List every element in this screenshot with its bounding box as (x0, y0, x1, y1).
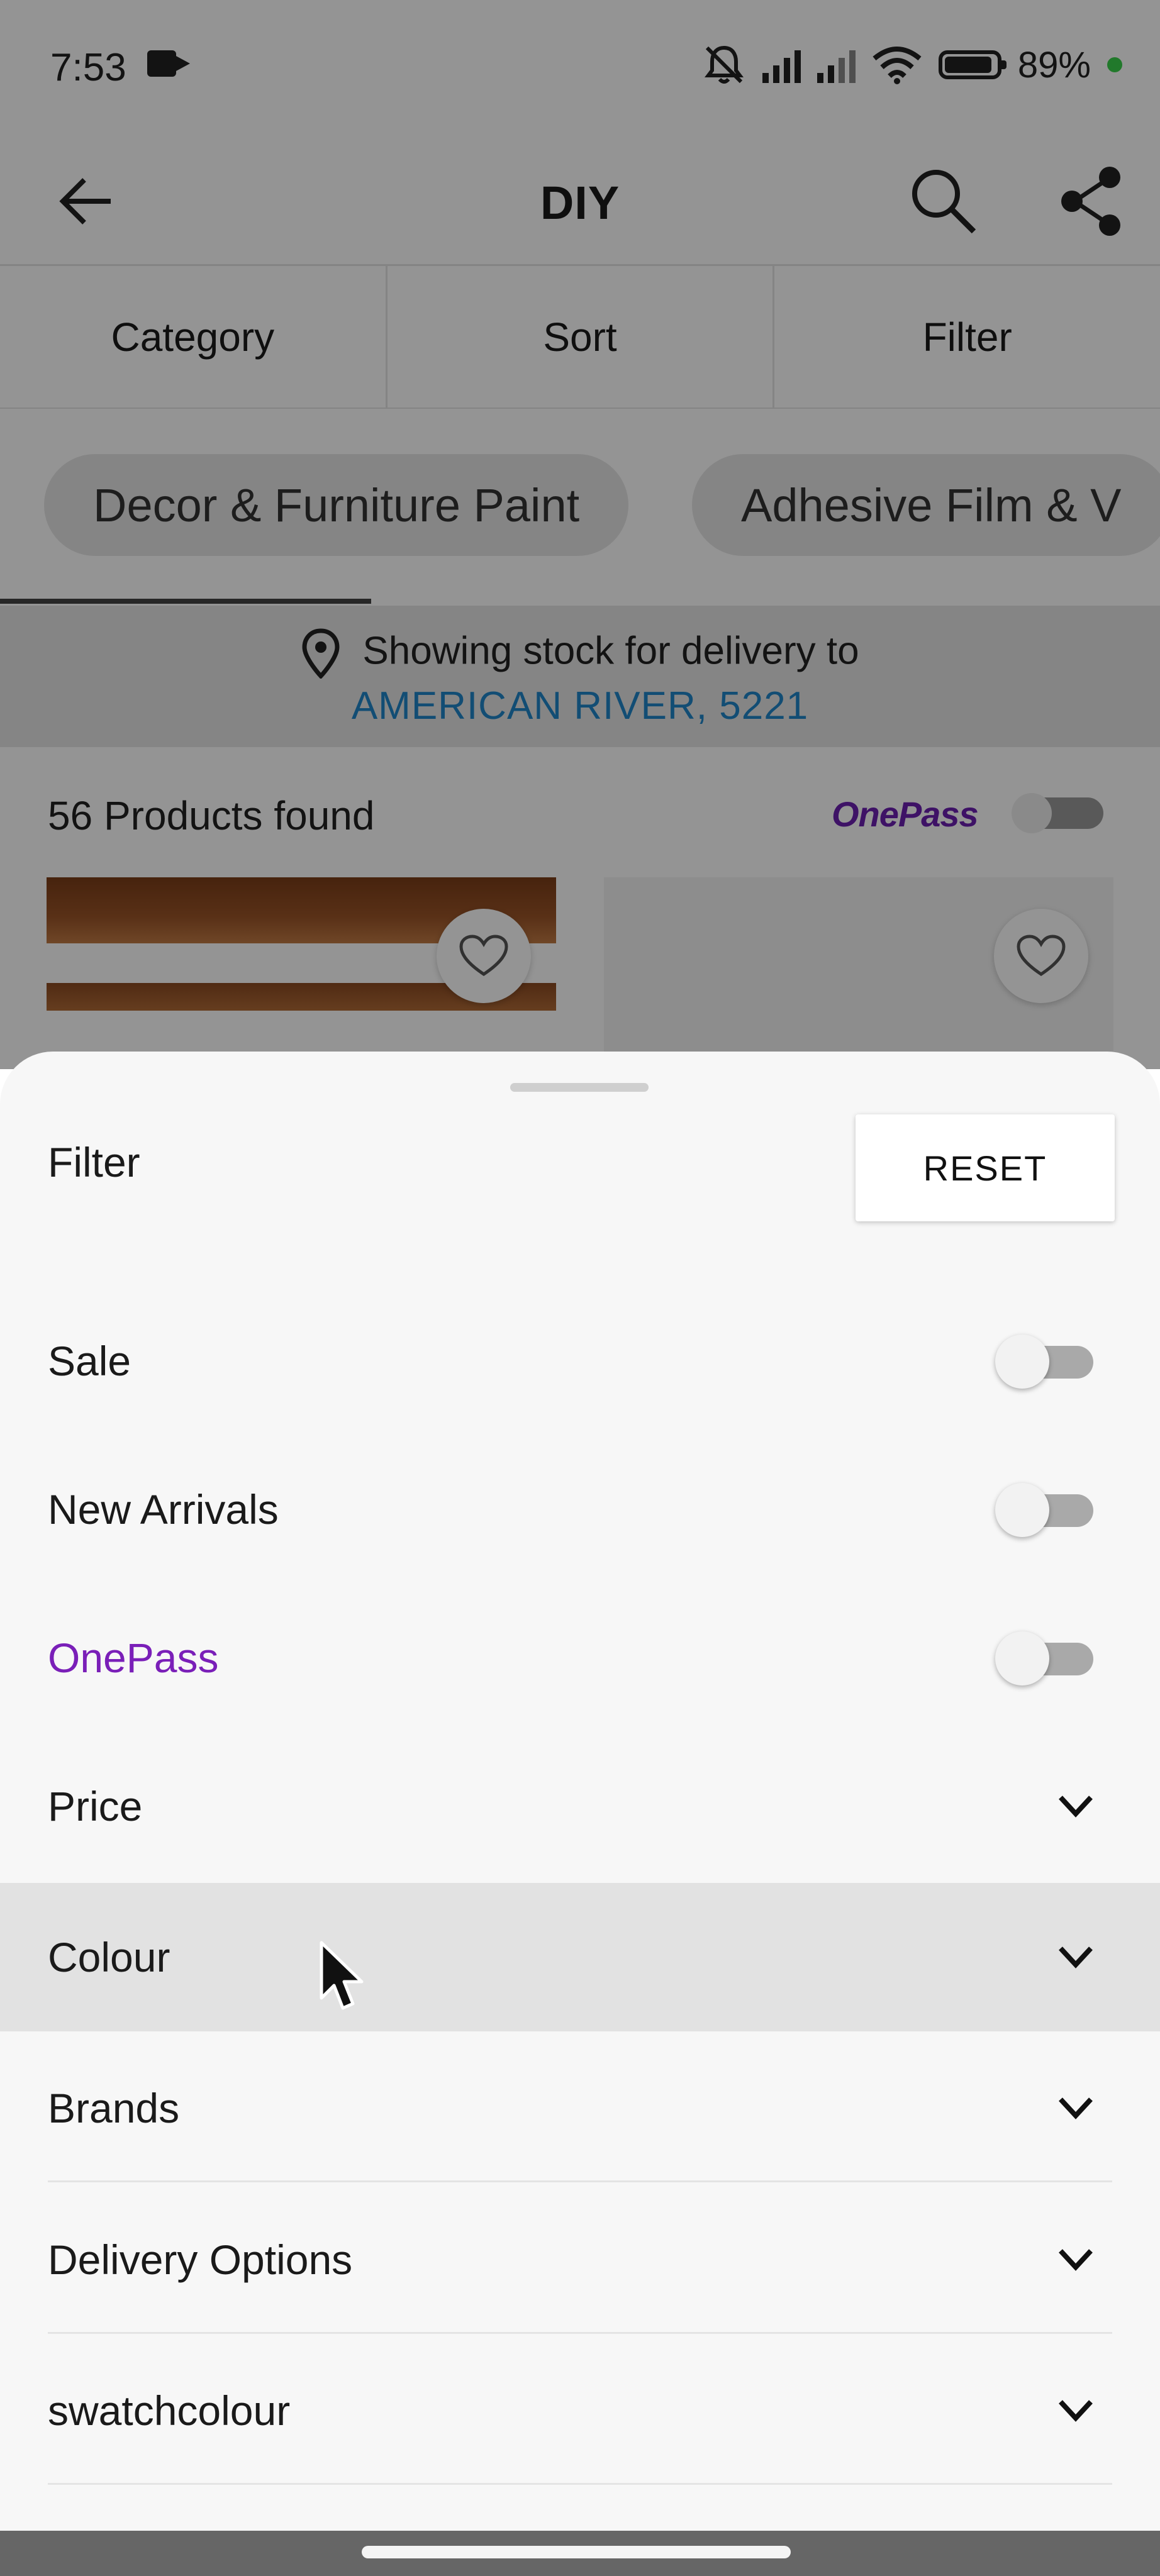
filter-label: Price (48, 1783, 143, 1829)
filter-section-brands[interactable]: Brands (0, 2034, 1160, 2182)
filter-section-price[interactable]: Price (0, 1732, 1160, 1880)
filter-sheet: Filter RESET Sale New Arrivals OnePass P… (0, 1052, 1160, 2531)
home-gesture-bar[interactable] (362, 2546, 791, 2558)
filter-label: New Arrivals (48, 1486, 279, 1533)
reset-button[interactable]: RESET (856, 1114, 1115, 1221)
sale-toggle[interactable] (995, 1335, 1093, 1389)
new-arrivals-toggle[interactable] (995, 1483, 1093, 1537)
chevron-down-icon (1059, 2249, 1093, 2271)
sheet-drag-handle[interactable] (510, 1083, 649, 1092)
filter-label: Colour (48, 1934, 170, 1980)
filter-label: OnePass (48, 1635, 219, 1681)
filter-row-new-arrivals[interactable]: New Arrivals (0, 1435, 1160, 1584)
filter-label: Delivery Options (48, 2236, 353, 2283)
filter-row-onepass[interactable]: OnePass (0, 1584, 1160, 1732)
modal-scrim[interactable] (0, 0, 1160, 1069)
filter-label: swatchcolour (48, 2387, 291, 2434)
chevron-down-icon (1059, 2400, 1093, 2422)
filter-row-sale[interactable]: Sale (0, 1287, 1160, 1435)
filter-title: Filter (48, 1139, 140, 1185)
chevron-down-icon (1059, 1796, 1093, 1818)
chevron-down-icon (1059, 1946, 1093, 1968)
mouse-cursor-icon (320, 1941, 364, 2010)
filter-label: Brands (48, 2085, 180, 2131)
chevron-down-icon (1059, 2097, 1093, 2119)
filter-section-colour[interactable]: Colour (0, 1883, 1160, 2031)
filter-section-swatchcolour[interactable]: swatchcolour (0, 2336, 1160, 2485)
system-nav-bar (0, 2531, 1160, 2576)
onepass-filter-toggle[interactable] (995, 1631, 1093, 1685)
filter-section-delivery-options[interactable]: Delivery Options (0, 2185, 1160, 2334)
filter-label: Sale (48, 1338, 131, 1384)
